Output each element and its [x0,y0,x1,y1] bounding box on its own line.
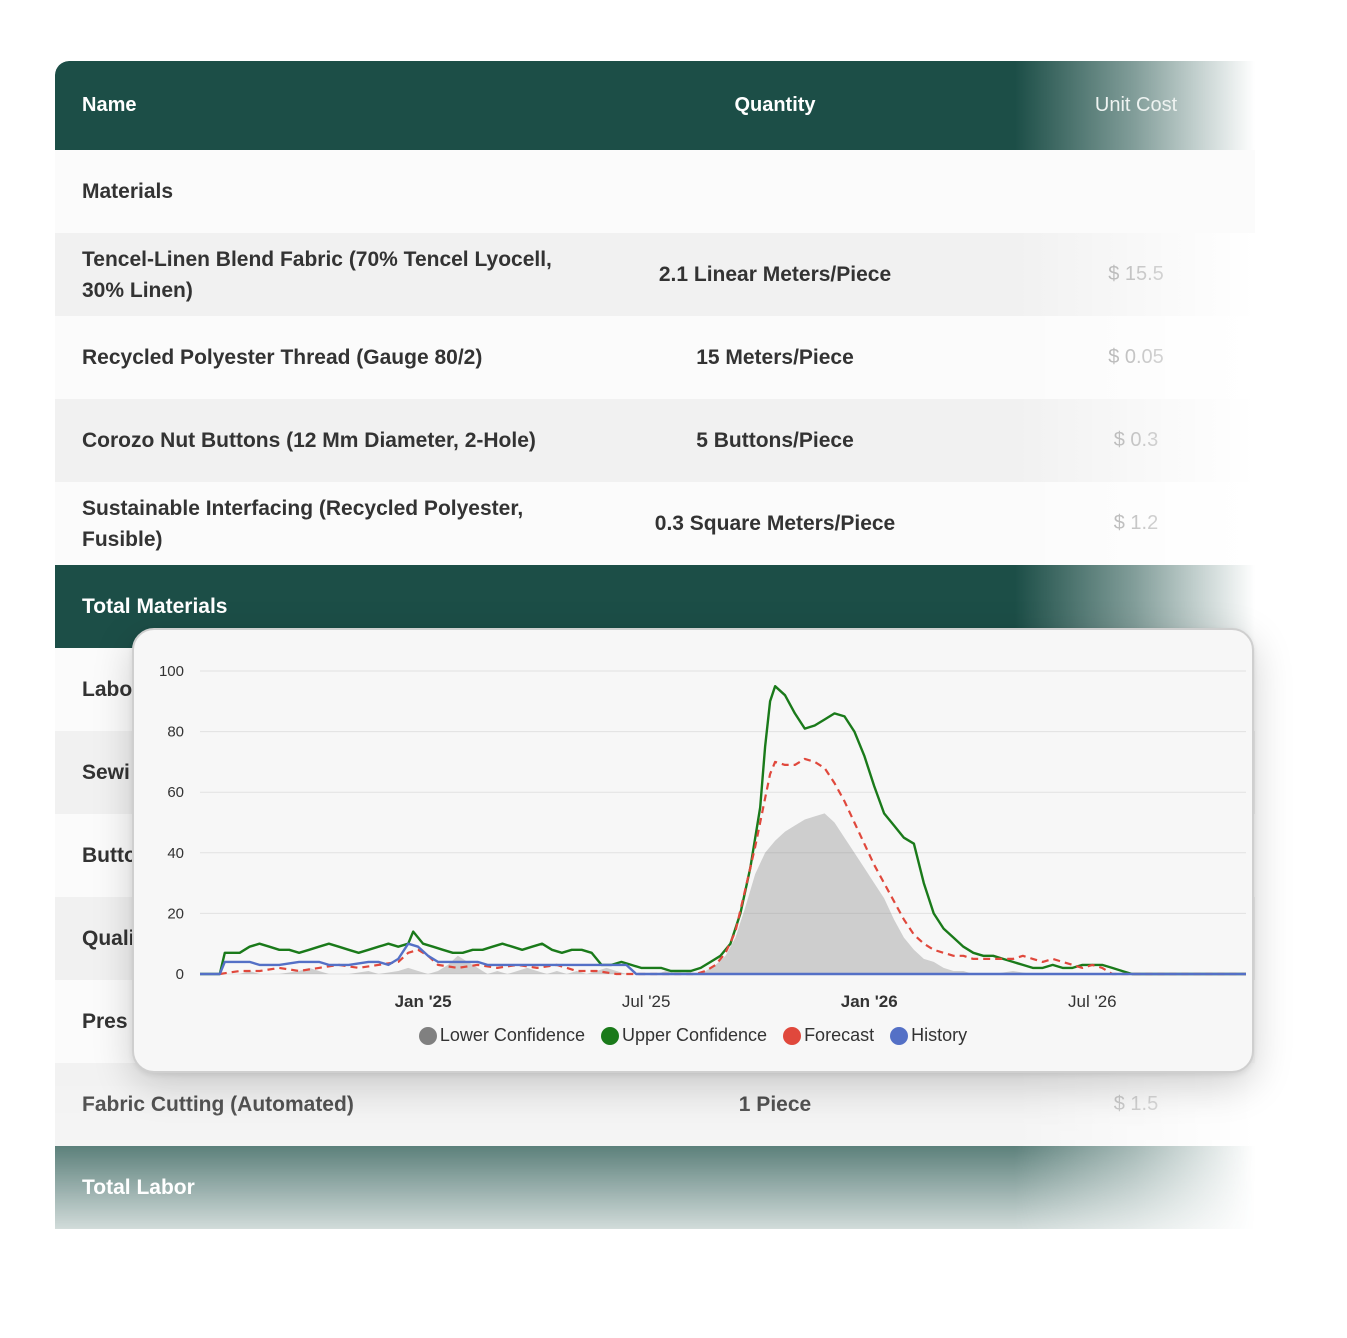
y-tick-label: 20 [167,905,184,922]
header-quantity[interactable]: Quantity [575,94,975,117]
header-unit-cost[interactable]: Unit Cost [1055,94,1217,117]
table-header: Name Quantity Unit Cost [55,61,1255,150]
material-unit-cost: $ 15.5 [1108,263,1164,285]
material-unit-cost: $ 1.2 [1113,512,1159,534]
x-tick-label: Jul '25 [622,992,671,1011]
table-row[interactable]: Tencel-Linen Blend Fabric (70% Tencel Ly… [55,233,1255,316]
x-tick-label: Jan '25 [395,992,452,1011]
material-quantity: 0.3 Square Meters/Piece [654,511,896,535]
lower-confidence-dot-icon [418,1026,437,1045]
material-unit-cost: $ 0.3 [1113,429,1159,451]
material-quantity: 5 Buttons/Piece [696,428,854,452]
table-row[interactable]: Fabric Cutting (Automated) 1 Piece $ 1.5 [55,1063,1255,1146]
table-row[interactable]: Recycled Polyester Thread (Gauge 80/2) 1… [55,316,1255,399]
total-materials-label: Total Materials [82,595,228,618]
legend-item-history[interactable]: History [890,1025,967,1046]
material-quantity: 2.1 Linear Meters/Piece [658,262,892,286]
legend-item-lower-confidence[interactable]: Lower Confidence [418,1025,585,1046]
history-dot-icon [890,1026,909,1045]
material-name: Recycled Polyester Thread (Gauge 80/2) [82,346,483,369]
material-name: Sustainable Interfacing (Recycled Polyes… [82,496,524,551]
material-name: Corozo Nut Buttons (12 Mm Diameter, 2-Ho… [82,429,536,452]
labor-item-name: Fabric Cutting (Automated) [82,1093,354,1116]
material-unit-cost: $ 0.05 [1108,346,1164,368]
legend-item-forecast[interactable]: Forecast [783,1025,874,1046]
labor-item-unit-cost: $ 1.5 [1113,1093,1159,1115]
forecast-chart-card: 100 80 60 40 20 0 Jan '25 Jul '25 Jan '26 Jul '26… [132,628,1254,1073]
material-name: Tencel-Linen Blend Fabric (70% Tencel Ly… [82,247,552,302]
series-lower-confidence-area [200,813,1246,974]
legend-label: Forecast [804,1025,875,1045]
y-tick-label: 60 [167,784,184,801]
upper-confidence-dot-icon [600,1026,619,1045]
table-row[interactable]: Sustainable Interfacing (Recycled Polyes… [55,482,1255,565]
y-tick-label: 80 [167,724,184,741]
header-name[interactable]: Name [82,90,582,121]
y-tick-label: 100 [159,663,184,680]
y-tick-label: 0 [176,966,184,983]
forecast-chart: 100 80 60 40 20 0 Jan '25 Jul '25 Jan '26 Jul '26 [159,663,1246,1011]
total-labor-row: Total Labor [55,1146,1255,1229]
legend-label: History [911,1025,968,1045]
section-row-materials: Materials [55,150,1255,233]
material-quantity: 15 Meters/Piece [696,345,854,369]
x-tick-label: Jan '26 [841,992,898,1011]
y-tick-label: 40 [167,845,184,862]
series-forecast-line [219,757,1246,976]
labor-item-quantity: 1 Piece [738,1092,812,1116]
x-tick-label: Jul '26 [1068,992,1117,1011]
series-upper-confidence-line [200,685,1246,976]
legend-label: Upper Confidence [621,1025,768,1045]
legend-label: Lower Confidence [439,1025,585,1045]
table-row[interactable]: Corozo Nut Buttons (12 Mm Diameter, 2-Ho… [55,399,1255,482]
chart-legend: Lower Confidence Upper Confidence Foreca… [134,1025,1252,1046]
total-labor-label: Total Labor [82,1176,195,1199]
legend-item-upper-confidence[interactable]: Upper Confidence [600,1025,768,1046]
section-label: Materials [82,180,174,203]
forecast-dot-icon [783,1026,802,1045]
